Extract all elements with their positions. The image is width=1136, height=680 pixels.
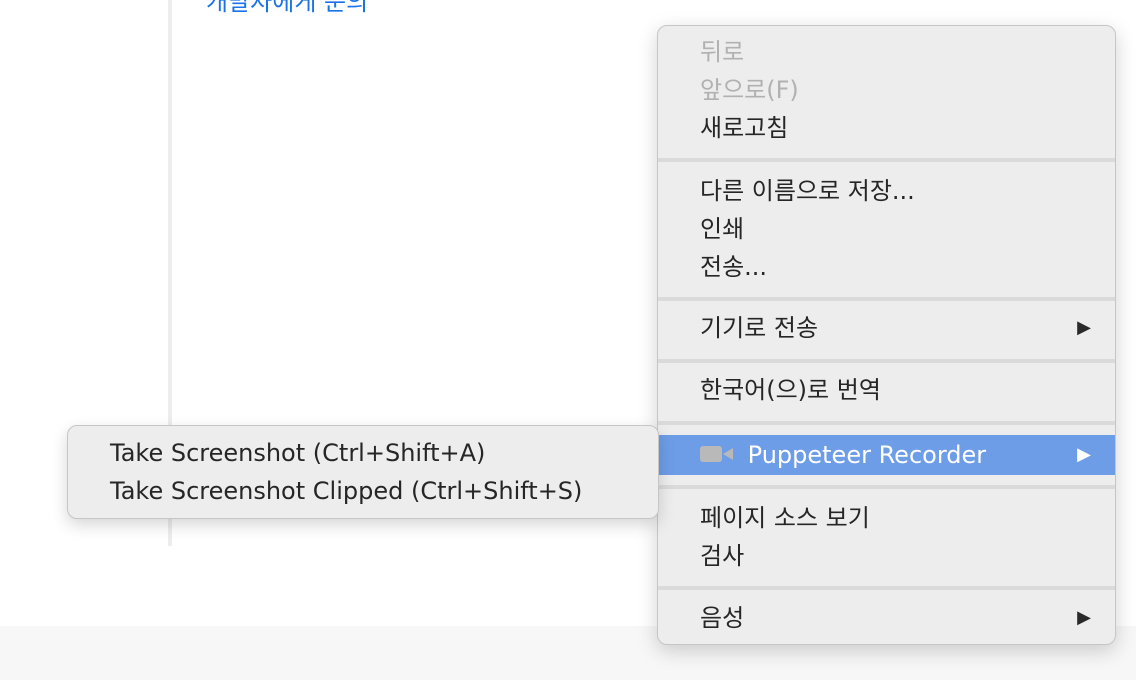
menu-item-label: Puppeteer Recorder xyxy=(747,441,987,469)
menu-item-send[interactable]: 전송... xyxy=(658,248,1115,286)
menu-item-speech[interactable]: 음성 ▶ xyxy=(658,599,1115,637)
menu-item-reload[interactable]: 새로고침 xyxy=(658,109,1115,147)
menu-separator xyxy=(658,485,1115,489)
submenu-item-label: Take Screenshot Clipped (Ctrl+Shift+S) xyxy=(110,477,583,505)
menu-separator xyxy=(658,586,1115,590)
menu-item-print[interactable]: 인쇄 xyxy=(658,210,1115,248)
menu-item-translate[interactable]: 한국어(으)로 번역 xyxy=(658,371,1115,409)
puppeteer-submenu: Take Screenshot (Ctrl+Shift+A) Take Scre… xyxy=(67,425,659,519)
contact-developer-link[interactable]: 개발자에게 문의 xyxy=(206,0,368,17)
menu-item-back[interactable]: 뒤로 xyxy=(658,33,1115,71)
menu-separator xyxy=(658,297,1115,301)
menu-item-label: 다른 이름으로 저장... xyxy=(700,177,915,205)
menu-item-label: 음성 xyxy=(700,604,745,632)
menu-item-label: 앞으로(F) xyxy=(700,76,799,104)
menu-item-label: 전송... xyxy=(700,253,768,281)
menu-item-forward[interactable]: 앞으로(F) xyxy=(658,71,1115,109)
menu-item-save-as[interactable]: 다른 이름으로 저장... xyxy=(658,172,1115,210)
menu-item-label: 뒤로 xyxy=(700,38,745,66)
menu-item-label: 페이지 소스 보기 xyxy=(700,504,870,532)
submenu-item-label: Take Screenshot (Ctrl+Shift+A) xyxy=(110,439,486,467)
menu-item-puppeteer-recorder[interactable]: Puppeteer Recorder ▶ xyxy=(658,435,1115,475)
menu-item-label: 새로고침 xyxy=(700,114,789,142)
menu-item-view-source[interactable]: 페이지 소스 보기 xyxy=(658,499,1115,537)
menu-item-label: 인쇄 xyxy=(700,215,745,243)
submenu-arrow-icon: ▶ xyxy=(1077,317,1091,338)
camera-icon xyxy=(700,445,734,463)
submenu-arrow-icon: ▶ xyxy=(1077,607,1091,628)
submenu-item-take-screenshot-clipped[interactable]: Take Screenshot Clipped (Ctrl+Shift+S) xyxy=(68,472,658,510)
menu-item-inspect[interactable]: 검사 xyxy=(658,537,1115,575)
submenu-item-take-screenshot[interactable]: Take Screenshot (Ctrl+Shift+A) xyxy=(68,434,658,472)
menu-separator xyxy=(658,359,1115,363)
menu-separator xyxy=(658,158,1115,162)
menu-item-send-to-device[interactable]: 기기로 전송 ▶ xyxy=(658,309,1115,347)
context-menu: 뒤로 앞으로(F) 새로고침 다른 이름으로 저장... 인쇄 전송... 기기… xyxy=(657,25,1116,645)
menu-item-label: 검사 xyxy=(700,542,745,570)
menu-item-label: 한국어(으)로 번역 xyxy=(700,376,881,404)
menu-item-label: 기기로 전송 xyxy=(700,314,819,342)
submenu-arrow-icon: ▶ xyxy=(1077,444,1091,465)
menu-separator xyxy=(658,421,1115,425)
